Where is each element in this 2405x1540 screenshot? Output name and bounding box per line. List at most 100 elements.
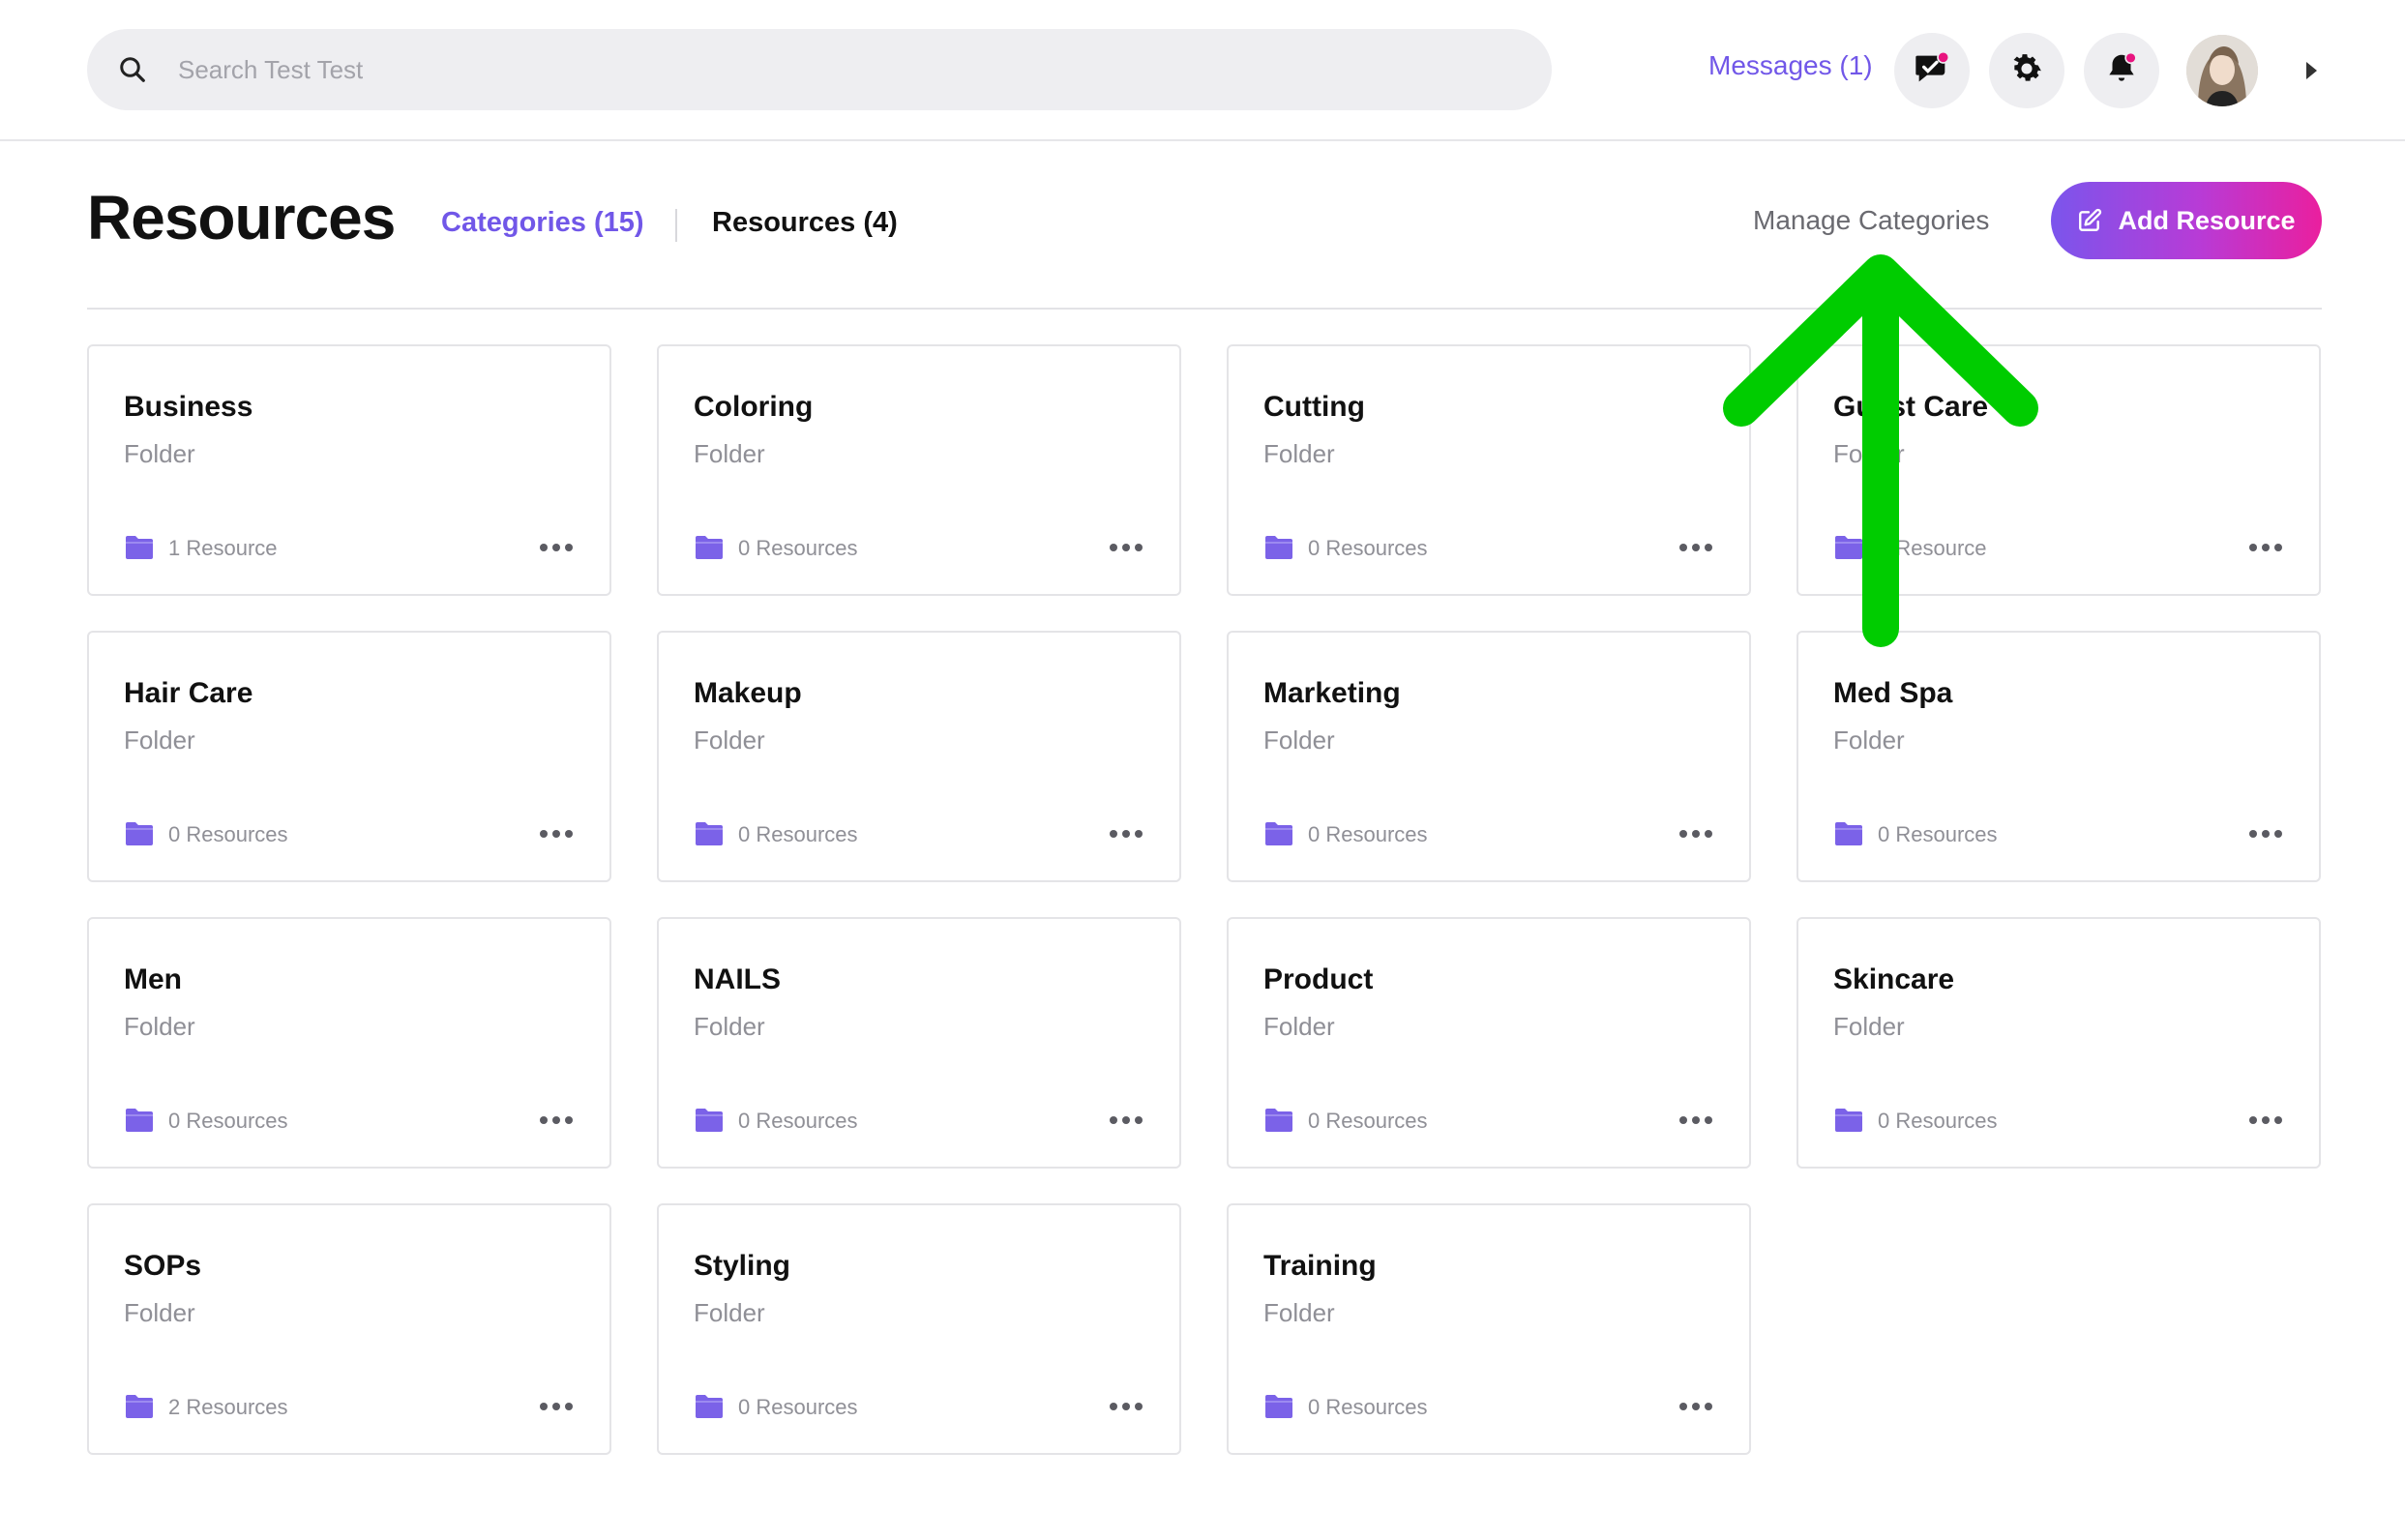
- tab-categories[interactable]: Categories (15): [441, 207, 644, 239]
- card-type: Folder: [1263, 439, 1335, 468]
- resource-count: 2 Resources: [168, 1395, 288, 1419]
- add-resource-button[interactable]: Add Resource: [2051, 182, 2322, 259]
- category-card[interactable]: Skincare Folder 0 Resources: [1796, 917, 2321, 1169]
- more-options-icon[interactable]: [538, 538, 575, 557]
- resource-count: 1 Resource: [168, 536, 278, 560]
- category-card[interactable]: Guest Care Folder 1 Resource: [1796, 344, 2321, 596]
- folder-icon: [1835, 1109, 1862, 1132]
- more-options-icon[interactable]: [538, 824, 575, 844]
- resource-count: 0 Resources: [168, 1109, 288, 1133]
- more-options-icon[interactable]: [1108, 1111, 1144, 1130]
- card-title: Styling: [694, 1250, 791, 1282]
- category-card[interactable]: Training Folder 0 Resources: [1227, 1203, 1751, 1455]
- category-card[interactable]: Marketing Folder 0 Resources: [1227, 631, 1751, 882]
- resource-count: 0 Resources: [1878, 822, 1998, 846]
- category-card[interactable]: Med Spa Folder 0 Resources: [1796, 631, 2321, 882]
- card-type: Folder: [1263, 1012, 1335, 1041]
- avatar[interactable]: [2186, 35, 2258, 106]
- search-bar[interactable]: [87, 29, 1552, 110]
- card-type: Folder: [124, 439, 195, 468]
- more-options-icon[interactable]: [1678, 1397, 1714, 1416]
- resource-count: 0 Resources: [738, 536, 858, 560]
- card-title: Business: [124, 391, 253, 423]
- card-type: Folder: [124, 1298, 195, 1327]
- manage-categories-link[interactable]: Manage Categories: [1753, 205, 1989, 236]
- folder-icon: [1265, 536, 1292, 559]
- more-options-icon[interactable]: [1108, 538, 1144, 557]
- gear-icon: [2008, 50, 2045, 92]
- resource-count: 0 Resources: [738, 822, 858, 846]
- category-card[interactable]: Men Folder 0 Resources: [87, 917, 611, 1169]
- more-options-icon[interactable]: [2247, 824, 2284, 844]
- card-title: Hair Care: [124, 677, 253, 709]
- more-options-icon[interactable]: [2247, 538, 2284, 557]
- notifications-button[interactable]: [2084, 33, 2159, 108]
- messages-link[interactable]: Messages (1): [1708, 50, 1873, 81]
- card-title: Skincare: [1833, 963, 1955, 995]
- add-resource-label: Add Resource: [2118, 205, 2296, 235]
- card-type: Folder: [124, 726, 195, 755]
- more-options-icon[interactable]: [1108, 824, 1144, 844]
- resource-count: 1 Resource: [1878, 536, 1987, 560]
- card-title: SOPs: [124, 1250, 202, 1282]
- category-card[interactable]: Cutting Folder 0 Resources: [1227, 344, 1751, 596]
- search-input[interactable]: [176, 53, 1438, 86]
- folder-icon: [696, 1395, 723, 1418]
- category-card[interactable]: Coloring Folder 0 Resources: [657, 344, 1181, 596]
- folder-icon: [1265, 1395, 1292, 1418]
- card-title: Coloring: [694, 391, 814, 423]
- search-icon: [116, 53, 149, 86]
- resource-count: 0 Resources: [1308, 822, 1428, 846]
- folder-icon: [696, 1109, 723, 1132]
- more-options-icon[interactable]: [1678, 824, 1714, 844]
- resource-count: 0 Resources: [1308, 1395, 1428, 1419]
- card-type: Folder: [694, 1298, 765, 1327]
- category-card[interactable]: Styling Folder 0 Resources: [657, 1203, 1181, 1455]
- resource-count: 0 Resources: [168, 822, 288, 846]
- card-title: Marketing: [1263, 677, 1401, 709]
- chat-button[interactable]: [1894, 33, 1970, 108]
- card-title: Training: [1263, 1250, 1377, 1282]
- tab-resources[interactable]: Resources (4): [712, 207, 898, 239]
- resource-count: 0 Resources: [1878, 1109, 1998, 1133]
- category-card[interactable]: NAILS Folder 0 Resources: [657, 917, 1181, 1169]
- more-options-icon[interactable]: [538, 1111, 575, 1130]
- card-type: Folder: [1263, 726, 1335, 755]
- more-options-icon[interactable]: [2247, 1111, 2284, 1130]
- card-title: Guest Care: [1833, 391, 1989, 423]
- card-type: Folder: [1833, 439, 1905, 468]
- category-card[interactable]: Hair Care Folder 0 Resources: [87, 631, 611, 882]
- card-type: Folder: [124, 1012, 195, 1041]
- card-type: Folder: [694, 1012, 765, 1041]
- card-type: Folder: [694, 726, 765, 755]
- more-options-icon[interactable]: [1108, 1397, 1144, 1416]
- folder-icon: [1265, 1109, 1292, 1132]
- more-options-icon[interactable]: [1678, 1111, 1714, 1130]
- card-type: Folder: [1263, 1298, 1335, 1327]
- resource-count: 0 Resources: [738, 1109, 858, 1133]
- card-type: Folder: [1833, 726, 1905, 755]
- folder-icon: [696, 822, 723, 845]
- card-title: NAILS: [694, 963, 781, 995]
- card-type: Folder: [694, 439, 765, 468]
- category-card[interactable]: SOPs Folder 2 Resources: [87, 1203, 611, 1455]
- folder-icon: [126, 1109, 153, 1132]
- top-bar: Messages (1): [0, 0, 2405, 141]
- resource-count: 0 Resources: [1308, 536, 1428, 560]
- card-title: Men: [124, 963, 182, 995]
- folder-icon: [126, 822, 153, 845]
- resource-count: 0 Resources: [738, 1395, 858, 1419]
- card-title: Product: [1263, 963, 1374, 995]
- folder-icon: [126, 536, 153, 559]
- category-card[interactable]: Business Folder 1 Resource: [87, 344, 611, 596]
- more-options-icon[interactable]: [1678, 538, 1714, 557]
- expand-caret-icon[interactable]: [2306, 62, 2317, 79]
- card-title: Med Spa: [1833, 677, 1953, 709]
- resource-count: 0 Resources: [1308, 1109, 1428, 1133]
- chat-alert-icon: [1913, 49, 1951, 93]
- more-options-icon[interactable]: [538, 1397, 575, 1416]
- settings-button[interactable]: [1989, 33, 2064, 108]
- category-card[interactable]: Makeup Folder 0 Resources: [657, 631, 1181, 882]
- category-grid: Business Folder 1 Resource Coloring Folder 0 …: [87, 344, 2324, 1455]
- category-card[interactable]: Product Folder 0 Resources: [1227, 917, 1751, 1169]
